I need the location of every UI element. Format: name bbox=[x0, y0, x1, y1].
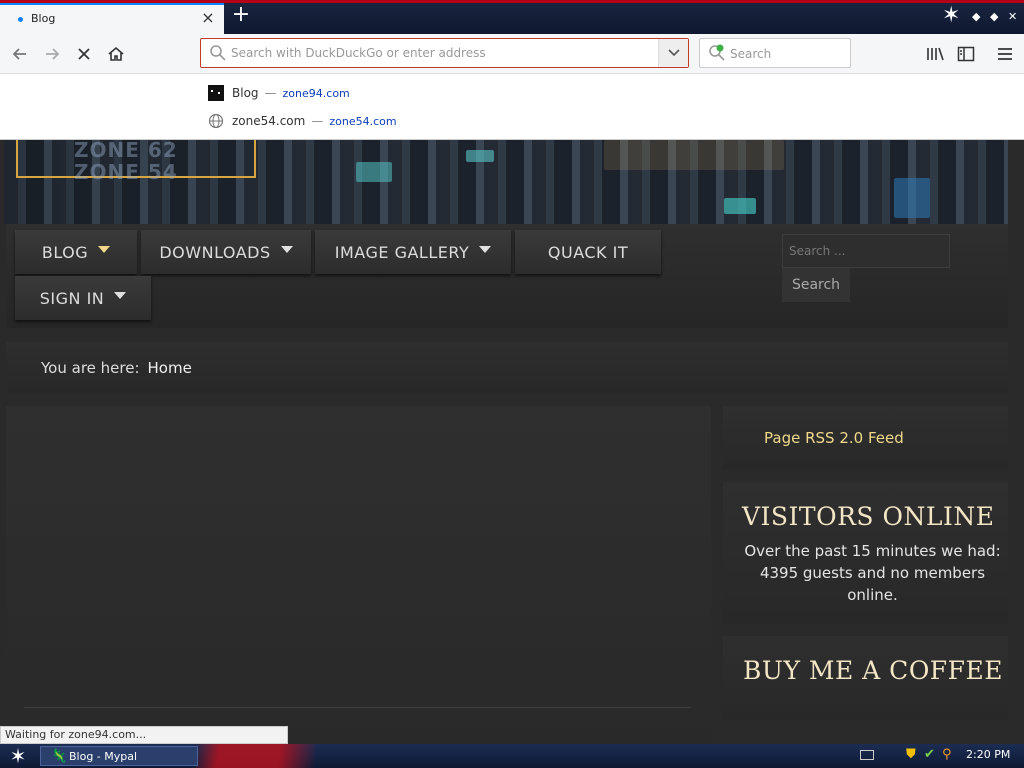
suggestion-url: zone94.com bbox=[282, 86, 350, 100]
buy-me-a-coffee-widget: BUY ME A COFFEE bbox=[723, 636, 1008, 720]
site-banner: ZONE 62 ZONE 54 bbox=[4, 140, 1008, 224]
clock[interactable]: 2:20 PM bbox=[966, 748, 1010, 761]
new-tab-button[interactable]: + bbox=[230, 4, 252, 27]
taskbar-item-label: Blog - Mypal bbox=[69, 749, 138, 763]
library-button[interactable] bbox=[921, 40, 949, 68]
forward-button[interactable] bbox=[38, 40, 66, 68]
banner-light bbox=[356, 162, 392, 182]
site-favicon-icon bbox=[208, 85, 224, 101]
widget-title: VISITORS ONLINE bbox=[742, 502, 995, 531]
back-button[interactable] bbox=[6, 40, 34, 68]
tab-strip: Blog × + ✶ ◆ ◆ ✕ bbox=[0, 0, 1024, 34]
taskbar-decoration bbox=[195, 744, 315, 768]
separator: — bbox=[264, 86, 277, 100]
menu-item-image-gallery[interactable]: IMAGE GALLERY bbox=[315, 230, 511, 274]
search-engine-icon bbox=[709, 44, 725, 61]
breadcrumb-home-link[interactable]: Home bbox=[148, 359, 192, 377]
url-suggestions-popup: Blog — zone94.com zone54.com — zone54.co… bbox=[0, 74, 1024, 140]
banner-light bbox=[466, 150, 494, 162]
suggestion-url: zone54.com bbox=[329, 114, 397, 128]
menu-label: IMAGE GALLERY bbox=[334, 242, 470, 262]
address-input[interactable] bbox=[231, 43, 651, 63]
site-search-button[interactable]: Search bbox=[782, 268, 850, 302]
start-button[interactable]: ✶ bbox=[4, 745, 32, 767]
menu-item-downloads[interactable]: DOWNLOADS bbox=[141, 230, 311, 274]
search-tray-icon[interactable]: ⚲ bbox=[942, 747, 952, 762]
hamburger-icon bbox=[998, 48, 1012, 60]
web-search-bar[interactable] bbox=[699, 38, 851, 68]
urlbar-dropdown-button[interactable] bbox=[658, 39, 688, 67]
menu-label: SIGN IN bbox=[39, 288, 105, 308]
globe-icon bbox=[208, 113, 224, 129]
site-logo[interactable]: ZONE 62 ZONE 54 bbox=[16, 140, 256, 184]
caret-down-icon bbox=[114, 291, 127, 299]
sidebar-icon bbox=[957, 46, 975, 62]
status-message: Waiting for zone94.com... bbox=[0, 726, 288, 744]
taskbar: ✶ 🦎 Blog - Mypal ⛊ ✔ ⚲ 2:20 PM bbox=[0, 744, 1024, 768]
home-icon bbox=[108, 46, 124, 61]
suggestion-row[interactable]: Blog — zone94.com bbox=[208, 82, 350, 104]
caret-down-icon bbox=[98, 245, 111, 253]
menu-button[interactable] bbox=[991, 40, 1019, 68]
menu-item-blog[interactable]: BLOG bbox=[15, 230, 137, 274]
site-search-input[interactable] bbox=[782, 234, 950, 268]
logo-line-2: ZONE 54 bbox=[74, 160, 178, 184]
navigation-toolbar bbox=[0, 34, 1024, 74]
rss-feed-link[interactable]: Page RSS 2.0 Feed bbox=[723, 406, 1008, 470]
tab-title: Blog bbox=[31, 12, 56, 25]
suggestion-title: Blog bbox=[232, 86, 259, 100]
home-button[interactable] bbox=[102, 40, 130, 68]
menu-label: QUACK IT bbox=[547, 242, 629, 262]
window-close-icon[interactable]: ✕ bbox=[1008, 10, 1017, 23]
shield-icon[interactable]: ⛊ bbox=[906, 747, 916, 762]
caret-down-icon bbox=[280, 245, 293, 253]
visitors-online-widget: VISITORS ONLINE Over the past 15 minutes… bbox=[723, 482, 1008, 624]
menu-label: DOWNLOADS bbox=[159, 242, 271, 262]
banner-light bbox=[724, 198, 756, 214]
stop-icon bbox=[78, 48, 90, 60]
minimize-icon[interactable]: ◆ bbox=[972, 10, 980, 23]
search-icon bbox=[210, 45, 226, 61]
library-icon bbox=[927, 47, 944, 61]
visitors-text: Over the past 15 minutes we had: 4395 gu… bbox=[744, 542, 1001, 604]
network-icon[interactable]: ✔ bbox=[924, 747, 935, 762]
keyboard-icon[interactable] bbox=[860, 750, 874, 760]
tab-blog[interactable]: Blog × bbox=[0, 3, 224, 34]
banner-light bbox=[604, 140, 784, 170]
web-page: ZONE 62 ZONE 54 BLOG DOWNLOADS IMAGE GAL… bbox=[0, 140, 1024, 744]
breadcrumb: You are here: Home bbox=[6, 342, 1008, 394]
breadcrumb-prefix: You are here: bbox=[41, 359, 140, 377]
chevron-down-icon bbox=[667, 49, 680, 57]
widget-title: BUY ME A COFFEE bbox=[743, 656, 1004, 685]
menu-item-sign-in[interactable]: SIGN IN bbox=[15, 276, 151, 320]
forward-arrow-icon bbox=[46, 48, 60, 60]
star-logo-icon: ✶ bbox=[942, 3, 961, 28]
logo-line-1: ZONE 62 bbox=[74, 140, 178, 162]
loading-dot-icon bbox=[18, 17, 23, 22]
suggestion-title: zone54.com bbox=[232, 114, 306, 128]
tab-close-icon[interactable]: × bbox=[199, 9, 217, 27]
suggestion-row[interactable]: zone54.com — zone54.com bbox=[208, 110, 397, 132]
divider bbox=[24, 707, 691, 708]
caret-down-icon bbox=[479, 245, 492, 253]
banner-light bbox=[894, 178, 930, 218]
web-search-input[interactable] bbox=[730, 44, 840, 64]
main-content bbox=[6, 406, 711, 744]
address-bar[interactable] bbox=[200, 38, 689, 68]
separator: — bbox=[311, 114, 324, 128]
stop-button[interactable] bbox=[70, 40, 98, 68]
browser-app-icon: 🦎 bbox=[51, 749, 68, 764]
maximize-icon[interactable]: ◆ bbox=[990, 10, 998, 23]
taskbar-item-browser[interactable]: 🦎 Blog - Mypal bbox=[40, 746, 198, 766]
sidebar-button[interactable] bbox=[952, 40, 980, 68]
back-arrow-icon bbox=[12, 48, 26, 60]
menu-item-quack-it[interactable]: QUACK IT bbox=[515, 230, 661, 274]
main-menu: BLOG DOWNLOADS IMAGE GALLERY QUACK IT SI… bbox=[6, 224, 1008, 328]
menu-label: BLOG bbox=[41, 242, 89, 262]
